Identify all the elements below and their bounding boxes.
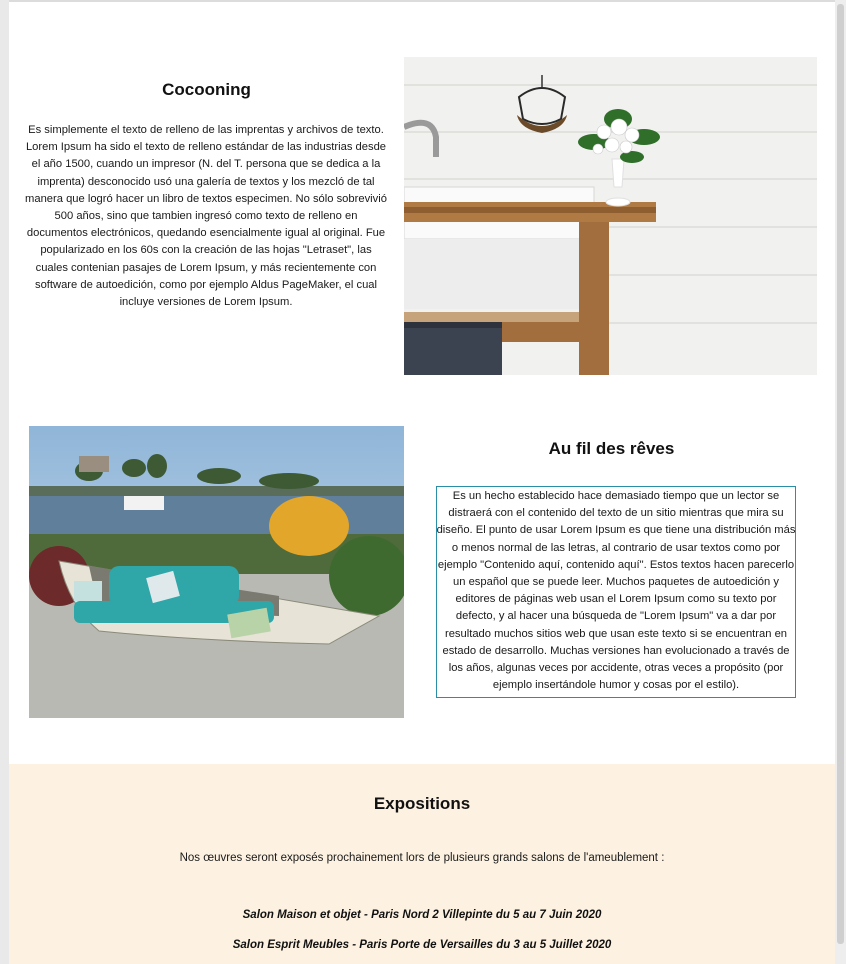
reves-title: Au fil des rêves <box>548 439 675 458</box>
boat-sofa-image <box>29 426 404 718</box>
salon-item: Salon Esprit Meubles - Paris Porte de Ve… <box>232 939 612 951</box>
sink-vanity-image <box>404 57 817 375</box>
expositions-title: Expositions <box>373 794 471 813</box>
reves-text: Es un hecho establecido hace demasiado t… <box>436 490 796 692</box>
cocooning-text: Es simplemente el texto de relleno de la… <box>25 124 387 309</box>
page: Cocooning Es simplemente el texto de rel… <box>9 0 835 964</box>
scrollbar-thumb[interactable] <box>837 4 844 944</box>
salon-item: Salon Maison et objet - Paris Nord 2 Vil… <box>242 909 602 921</box>
vertical-scrollbar[interactable] <box>835 0 846 964</box>
expositions-section: Expositions Nos œuvres seront exposés pr… <box>9 764 835 964</box>
cocooning-title: Cocooning <box>162 80 251 99</box>
reves-textbox: Es un hecho establecido hace demasiado t… <box>436 486 796 698</box>
expositions-intro: Nos œuvres seront exposés prochainement … <box>179 852 665 864</box>
